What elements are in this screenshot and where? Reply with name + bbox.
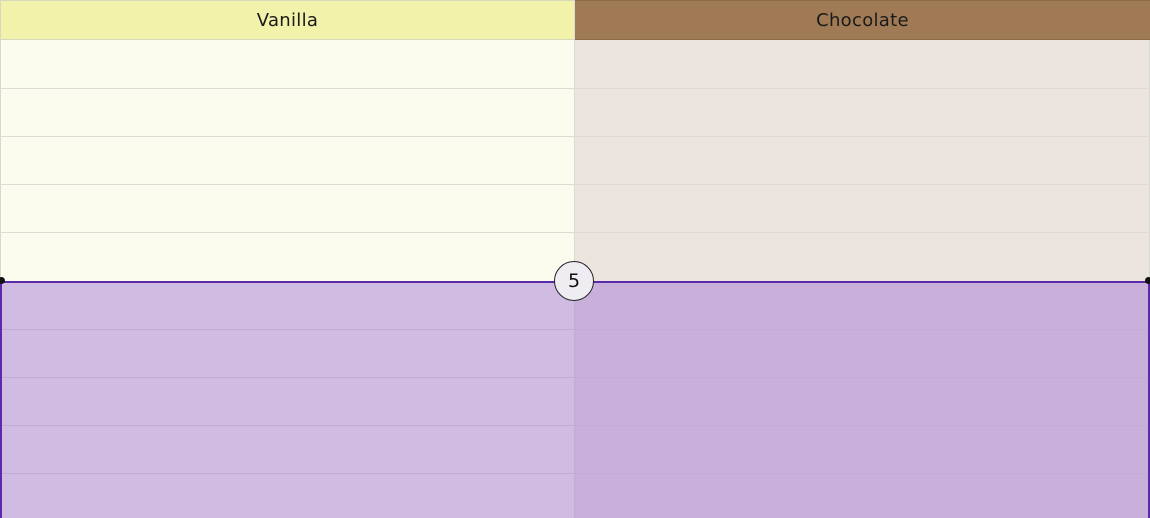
column-header-chocolate[interactable]: Chocolate <box>575 0 1150 40</box>
row-divider <box>0 88 1150 89</box>
selection-count-badge: 5 <box>554 261 594 301</box>
column-header-label: Vanilla <box>256 9 319 31</box>
row-divider <box>0 184 1150 185</box>
row-divider <box>0 136 1150 137</box>
selection-handle-right[interactable] <box>1145 277 1150 284</box>
column-header-label: Chocolate <box>816 9 909 31</box>
row-divider <box>0 232 1150 233</box>
drag-board: Vanilla Chocolate 5 <box>0 0 1150 518</box>
selection-rectangle[interactable] <box>0 281 1150 518</box>
selection-count: 5 <box>567 270 581 292</box>
column-header-vanilla[interactable]: Vanilla <box>0 0 574 40</box>
